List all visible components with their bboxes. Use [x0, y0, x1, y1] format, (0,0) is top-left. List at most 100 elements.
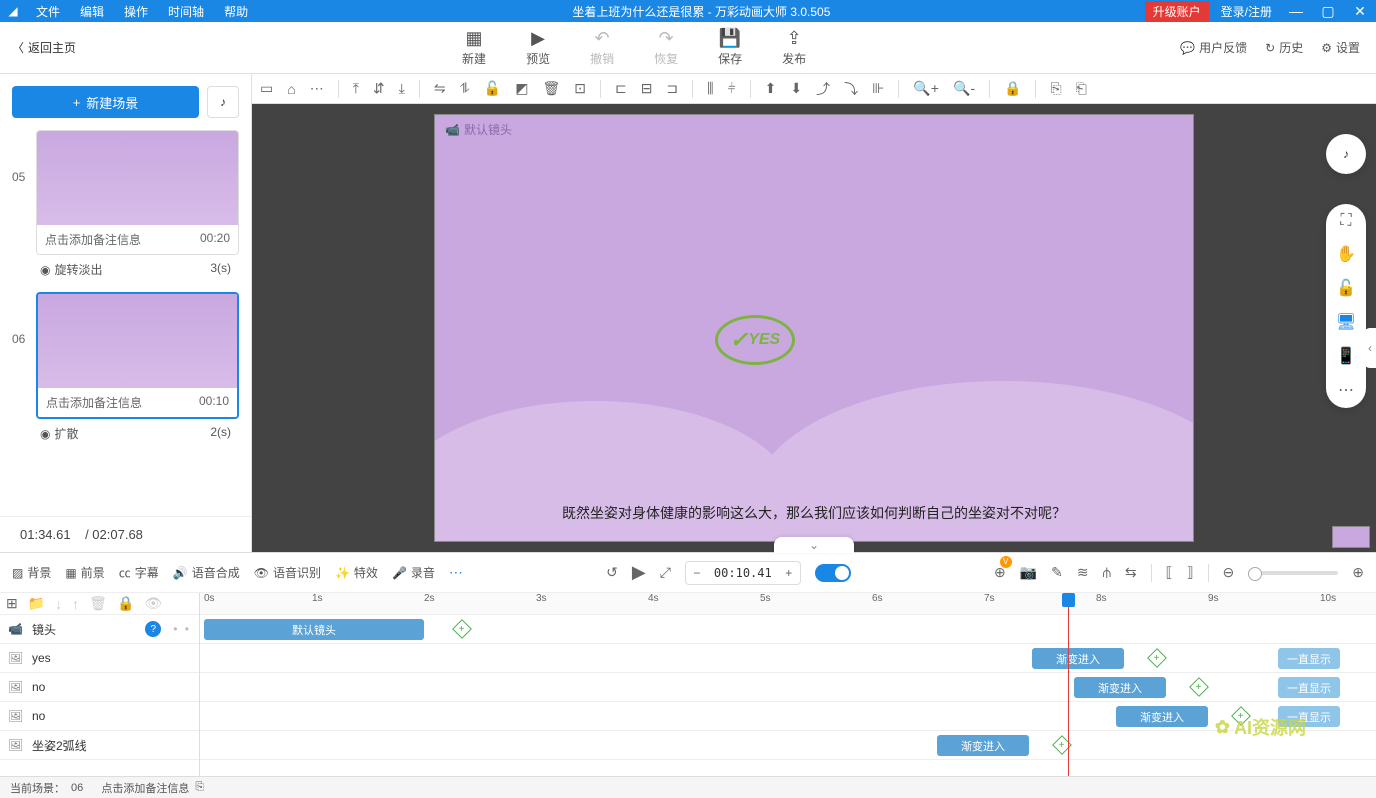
scene-note-placeholder[interactable]: 点击添加备注信息	[46, 394, 142, 411]
scene-note-placeholder[interactable]: 点击添加备注信息	[45, 231, 141, 248]
track-arc[interactable]: 渐变进入 +	[200, 731, 1376, 760]
keyframe-in-icon[interactable]: ⊕	[994, 564, 1006, 581]
align-left-icon[interactable]: ⊏	[615, 80, 627, 97]
edit-icon[interactable]: ✎	[1051, 564, 1063, 581]
zoom-out-icon[interactable]: 🔍-	[953, 80, 975, 97]
clip-fade-in[interactable]: 渐变进入	[937, 735, 1029, 756]
save-button[interactable]: 💾保存	[718, 28, 742, 67]
menu-timeline[interactable]: 时间轴	[158, 3, 214, 20]
scene-music-button[interactable]: ♪	[207, 86, 239, 118]
clip-default-camera[interactable]: 默认镜头	[204, 619, 424, 640]
settings-button[interactable]: ⚙设置	[1321, 39, 1360, 56]
upgrade-account-button[interactable]: 升级账户	[1145, 1, 1209, 22]
zoom-slider[interactable]	[1248, 571, 1338, 575]
track-eye-icon[interactable]: 👁	[144, 595, 162, 612]
preview-button[interactable]: ▶预览	[526, 28, 550, 67]
zoom-out-timeline-icon[interactable]: ⊖	[1223, 564, 1235, 581]
marker-in-icon[interactable]: ⟦	[1166, 564, 1173, 581]
tab-foreground[interactable]: ▦前景	[65, 564, 104, 581]
zoom-in-icon[interactable]: 🔍+	[913, 80, 939, 97]
track-label-no2[interactable]: 🖼no	[0, 702, 199, 731]
clip-always-show[interactable]: 一直显示	[1278, 677, 1340, 698]
layer-bottom-icon[interactable]: ⤵	[844, 79, 858, 99]
play-timeline-button[interactable]: ▶	[632, 562, 646, 583]
clip-fade-in[interactable]: 渐变进入	[1074, 677, 1166, 698]
dist-v-icon[interactable]: ⫩	[728, 80, 736, 97]
tab-fx[interactable]: ✨特效	[335, 564, 378, 581]
snap-toggle[interactable]	[815, 564, 851, 582]
snapshot-icon[interactable]: 📷	[1020, 564, 1037, 581]
mini-preview[interactable]	[1332, 526, 1370, 548]
clip-always-show[interactable]: 一直显示	[1278, 648, 1340, 669]
clip-fade-in[interactable]: 渐变进入	[1032, 648, 1124, 669]
tab-subtitle[interactable]: ㏄字幕	[119, 564, 159, 581]
track-label-yes[interactable]: 🖼yes	[0, 644, 199, 673]
copy-icon[interactable]: ⎘	[1050, 80, 1061, 97]
track-no1[interactable]: 渐变进入 + 一直显示	[200, 673, 1376, 702]
align-hcenter-icon[interactable]: ⊟	[641, 80, 653, 97]
minimize-button[interactable]: —	[1280, 3, 1312, 19]
track-no2[interactable]: 渐变进入 + 一直显示	[200, 702, 1376, 731]
redo-button[interactable]: ↷恢复	[654, 28, 678, 67]
more-dots-icon[interactable]: ⋯	[1338, 380, 1354, 400]
more-tabs-icon[interactable]: ⋯	[449, 564, 463, 581]
layers-icon[interactable]: ≋	[1077, 564, 1089, 581]
trash-icon[interactable]: 🗑	[89, 595, 107, 612]
menu-help[interactable]: 帮助	[214, 3, 258, 20]
canvas-music-button[interactable]: ♪	[1326, 134, 1366, 174]
fullscreen-icon[interactable]: ⛶	[1340, 212, 1351, 230]
publish-button[interactable]: ⇪发布	[782, 28, 806, 67]
unlock-icon[interactable]: 🔓	[1336, 278, 1356, 298]
clip-fade-in[interactable]: 渐变进入	[1116, 706, 1208, 727]
transition-name[interactable]: 旋转淡出	[54, 263, 102, 277]
flip-v-icon[interactable]: ⥮	[460, 80, 470, 97]
timeline-playhead[interactable]	[1068, 593, 1069, 776]
track-label-no1[interactable]: 🖼no	[0, 673, 199, 702]
play-small-icon[interactable]: ◉	[40, 427, 50, 441]
tab-record[interactable]: 🎤录音	[392, 564, 435, 581]
new-scene-button[interactable]: +新建场景	[12, 86, 199, 118]
help-icon[interactable]: ?	[145, 621, 161, 637]
expand-icon[interactable]: ⤢	[660, 564, 671, 581]
marker-out-icon[interactable]: ⟧	[1187, 564, 1194, 581]
dist-vert-icon[interactable]: ⊪	[872, 80, 884, 97]
feedback-button[interactable]: 💬用户反馈	[1180, 39, 1247, 56]
add-keyframe-button[interactable]: +	[1189, 677, 1209, 697]
track-yes[interactable]: 渐变进入 + 一直显示	[200, 644, 1376, 673]
expand-right-panel-button[interactable]: ‹	[1364, 328, 1376, 368]
mobile-view-icon[interactable]: 📱	[1336, 346, 1356, 366]
align-top-icon[interactable]: ⤒	[353, 80, 359, 97]
layer-up-icon[interactable]: ⬆	[765, 80, 777, 97]
track-lock-icon[interactable]: 🔒	[117, 595, 134, 612]
add-track-icon[interactable]: ⊞	[6, 595, 18, 612]
align-vcenter-icon[interactable]: ⇵	[373, 80, 385, 97]
focus-icon[interactable]: ⊡	[574, 80, 586, 97]
scene-item-05[interactable]: 05 点击添加备注信息 00:20 ◉旋转淡出 3(s)	[12, 130, 239, 284]
select-tool-icon[interactable]: ▭	[260, 80, 273, 97]
more-icon[interactable]: ⋯	[310, 80, 324, 97]
close-button[interactable]: ✕	[1344, 3, 1376, 20]
maximize-button[interactable]: ▢	[1312, 3, 1344, 20]
crop-icon[interactable]: ◩	[515, 80, 528, 97]
dist-h-icon[interactable]: ⫼	[707, 80, 713, 97]
back-home-button[interactable]: 〈 返回主页	[0, 39, 88, 56]
menu-operate[interactable]: 操作	[114, 3, 158, 20]
track-label-camera[interactable]: 📹镜头?• •	[0, 615, 199, 644]
rewind-icon[interactable]: ↺	[606, 564, 618, 581]
tab-asr[interactable]: 👁语音识别	[254, 564, 321, 581]
login-register-button[interactable]: 登录/注册	[1213, 1, 1280, 22]
flip-h-icon[interactable]: ⇋	[434, 80, 446, 97]
menu-edit[interactable]: 编辑	[70, 3, 114, 20]
canvas-stage[interactable]: 📹默认镜头 ✓YES 既然坐姿对身体健康的影响这么大，那么我们应该如何判断自己的…	[434, 114, 1194, 542]
align-bottom-icon[interactable]: ⤓	[399, 80, 405, 97]
undo-button[interactable]: ↶撤销	[590, 28, 614, 67]
desktop-view-icon[interactable]: 🖥	[1336, 312, 1356, 332]
hand-icon[interactable]: ✋	[1336, 244, 1356, 264]
layer-down-icon[interactable]: ⬇	[790, 80, 802, 97]
time-minus-button[interactable]: −	[686, 566, 708, 580]
arrow-down-icon[interactable]: ↓	[55, 596, 62, 612]
menu-file[interactable]: 文件	[26, 3, 70, 20]
scene-thumbnail[interactable]	[37, 131, 238, 225]
track-camera[interactable]: 默认镜头 +	[200, 615, 1376, 644]
align-right-icon[interactable]: ⊐	[666, 80, 678, 97]
